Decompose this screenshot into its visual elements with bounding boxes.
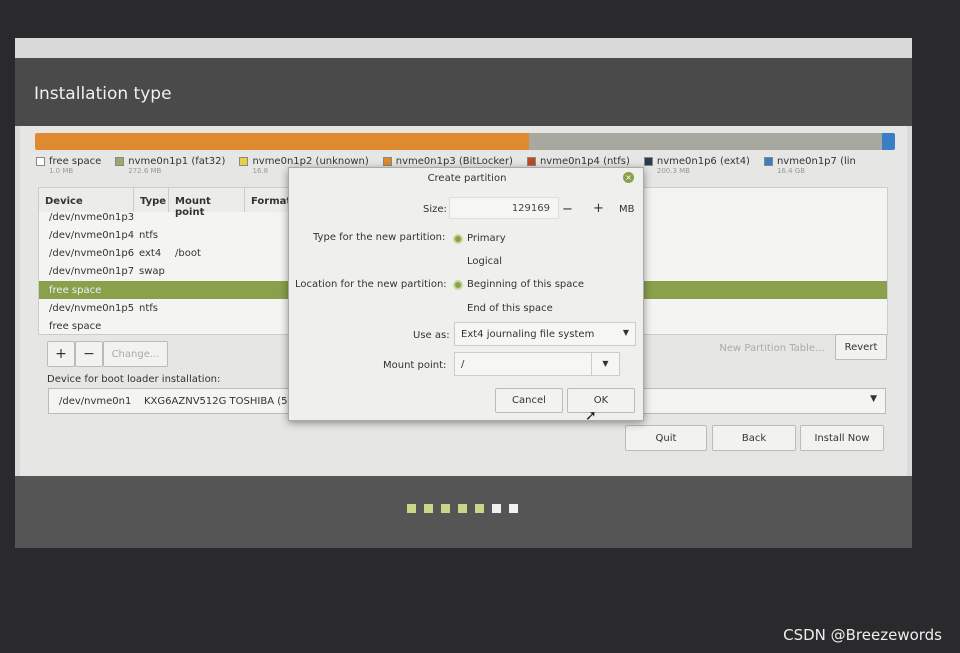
close-icon[interactable]: ×: [623, 172, 634, 183]
legend-item: nvme0n1p6 (ext4) 200.3 MB: [643, 156, 750, 175]
progress-dot: [441, 504, 450, 513]
location-label: Location for the new partition:: [295, 279, 447, 290]
remove-partition-button[interactable]: −: [75, 341, 103, 367]
use-as-label: Use as:: [413, 330, 450, 341]
cell-mount: /boot: [175, 248, 201, 260]
use-as-select[interactable]: Ext4 journaling file system ▼: [454, 322, 636, 346]
change-partition-button[interactable]: Change...: [103, 341, 168, 367]
cell-device: free space: [49, 284, 102, 296]
progress-dot: [458, 504, 467, 513]
new-partition-table-button[interactable]: New Partition Table...: [712, 335, 832, 361]
cell-device: /dev/nvme0n1p4: [49, 229, 135, 241]
bootloader-device: /dev/nvme0n1: [59, 396, 132, 407]
legend-name: nvme0n1p4 (ntfs): [539, 156, 630, 167]
cancel-button[interactable]: Cancel: [495, 388, 563, 413]
bootloader-model: KXG6AZNV512G TOSHIBA (51: [144, 396, 294, 407]
progress-dot: [492, 504, 501, 513]
mount-point-input[interactable]: /: [461, 359, 464, 370]
legend-item: nvme0n1p7 (lin 16.4 GB: [763, 156, 856, 175]
legend-swatch: [36, 157, 45, 166]
legend-swatch: [115, 157, 125, 166]
legend-name: nvme0n1p7 (lin: [776, 156, 856, 167]
partition-bar-segment: [882, 133, 895, 150]
quit-button[interactable]: Quit: [625, 425, 707, 451]
legend-name: nvme0n1p1 (fat32): [128, 156, 226, 167]
legend-name: nvme0n1p6 (ext4): [656, 156, 750, 167]
cell-device: /dev/nvme0n1p5: [49, 303, 135, 314]
cell-type: ext4: [139, 248, 162, 260]
progress-dot: [475, 504, 484, 513]
legend-name: free space: [49, 156, 102, 167]
legend-swatch: [643, 157, 653, 166]
revert-button[interactable]: Revert: [835, 334, 887, 360]
partition-bar: [35, 133, 895, 150]
chevron-down-icon: ▼: [870, 394, 877, 404]
cell-type: swap: [139, 266, 165, 278]
legend-item: nvme0n1p1 (fat32) 272.6 MB: [115, 156, 225, 175]
add-partition-button[interactable]: +: [47, 341, 75, 367]
legend-swatch: [763, 157, 773, 166]
progress-dots: [407, 504, 518, 513]
legend-size: 200.3 MB: [656, 167, 690, 175]
size-decrease-button[interactable]: −: [562, 202, 573, 217]
legend-item: free space 1.0 MB: [36, 156, 101, 175]
cell-device: /dev/nvme0n1p3: [49, 211, 135, 223]
mount-point-label: Mount point:: [383, 360, 447, 371]
create-partition-dialog: Create partition × Size: 129169 − + MB T…: [288, 167, 644, 424]
legend-size: 16.4 GB: [776, 167, 806, 175]
cell-type: ntfs: [139, 303, 158, 314]
progress-dot: [407, 504, 416, 513]
mount-point-combo[interactable]: / ▼: [454, 352, 620, 376]
size-input[interactable]: 129169: [449, 197, 559, 219]
mouse-cursor-icon: ➚: [585, 408, 597, 424]
back-button[interactable]: Back: [712, 425, 796, 451]
type-label: Type for the new partition:: [313, 232, 446, 243]
legend-name: nvme0n1p3 (BitLocker): [395, 156, 513, 167]
legend-swatch: [239, 157, 249, 166]
legend-size: 272.6 MB: [128, 167, 162, 175]
progress-dot: [509, 504, 518, 513]
dialog-title: Create partition: [427, 173, 507, 184]
partition-bar-segment: [529, 133, 883, 150]
size-unit: MB: [619, 204, 635, 215]
legend-swatch: [382, 157, 392, 166]
cell-type: ntfs: [139, 229, 158, 241]
cell-device: free space: [49, 321, 102, 333]
watermark: CSDN @Breezewords: [783, 626, 942, 644]
bootloader-label: Device for boot loader installation:: [47, 374, 221, 385]
option-logical[interactable]: Logical: [467, 256, 502, 267]
progress-dot: [424, 504, 433, 513]
use-as-value: Ext4 journaling file system: [461, 329, 595, 340]
option-primary[interactable]: Primary: [467, 233, 506, 244]
cell-device: /dev/nvme0n1p7: [49, 266, 135, 278]
install-now-button[interactable]: Install Now: [800, 425, 884, 451]
option-beginning[interactable]: Beginning of this space: [467, 279, 584, 290]
ok-button[interactable]: OK: [567, 388, 635, 413]
window-title: Installation type: [34, 84, 172, 104]
size-label: Size:: [423, 204, 447, 215]
chevron-down-icon[interactable]: ▼: [591, 353, 619, 375]
radio-primary[interactable]: [453, 234, 463, 244]
size-increase-button[interactable]: +: [593, 201, 604, 216]
option-end[interactable]: End of this space: [467, 303, 553, 314]
chevron-down-icon: ▼: [622, 328, 629, 337]
legend-swatch: [526, 157, 536, 166]
cell-device: /dev/nvme0n1p6: [49, 248, 135, 260]
radio-beginning[interactable]: [453, 280, 463, 290]
legend-size: 1.0 MB: [49, 167, 74, 175]
legend-name: nvme0n1p2 (unknown): [252, 156, 369, 167]
partition-bar-segment: [35, 133, 530, 150]
